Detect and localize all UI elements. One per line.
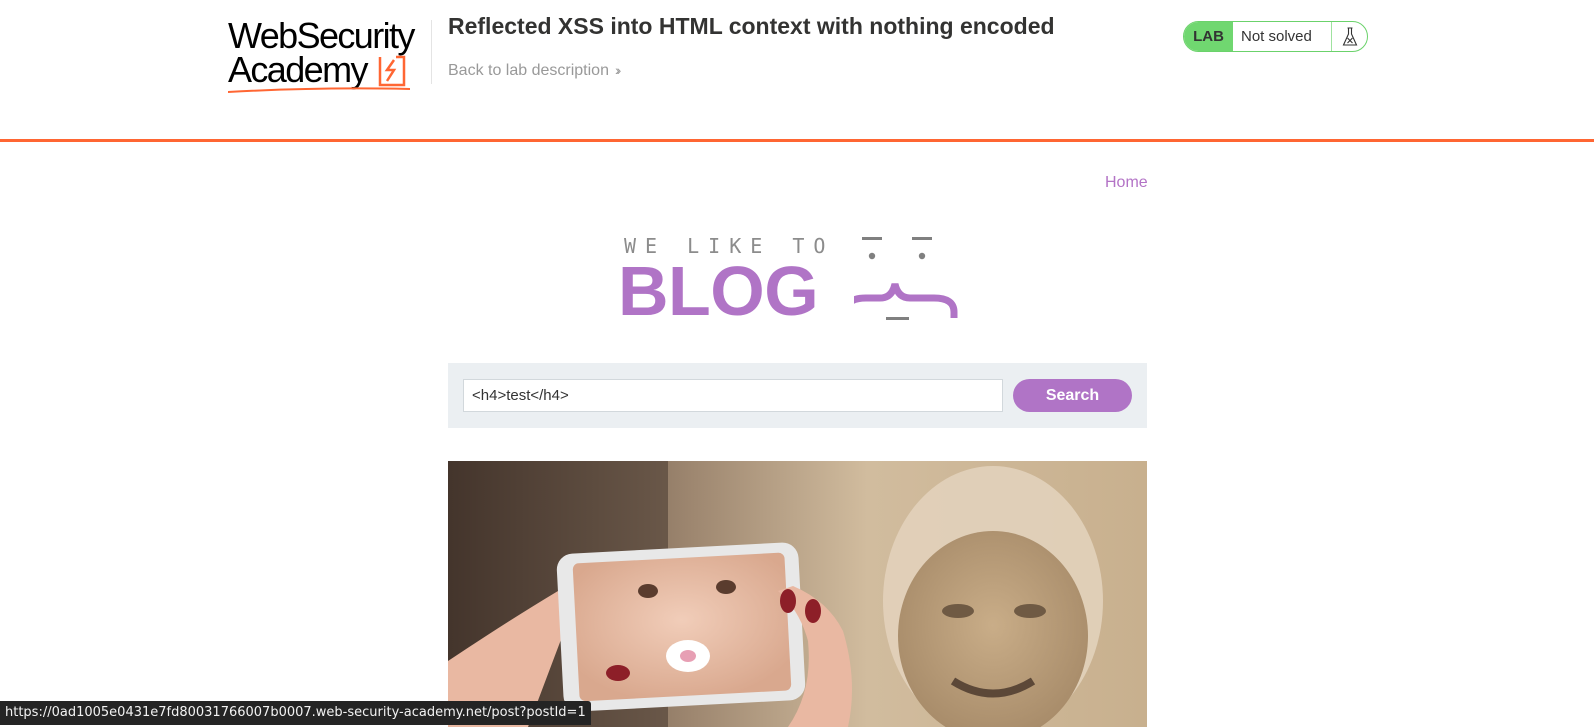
double-chevron-right-icon: ›› — [614, 62, 622, 78]
blog-face-icon — [854, 237, 958, 320]
back-link-label: Back to lab description — [448, 62, 609, 79]
lab-status-widget: LAB Not solved — [1183, 21, 1368, 52]
blog-post-image[interactable] — [448, 461, 1147, 727]
logo-text-line2: Academy — [228, 49, 368, 90]
logo-underline — [228, 87, 410, 93]
browser-status-url: https://0ad1005e0431e7fd80031766007b0007… — [0, 701, 591, 725]
lab-title: Reflected XSS into HTML context with not… — [448, 13, 1055, 39]
search-button[interactable]: Search — [1013, 379, 1132, 412]
post-photo-illustration — [448, 461, 1147, 727]
blog-logo: WE LIKE TO BLOG — [618, 232, 978, 330]
flask-icon — [1332, 22, 1367, 51]
lightning-badge-icon — [378, 55, 406, 87]
lab-badge: LAB — [1184, 22, 1233, 51]
blog-logo-word: BLOG — [618, 252, 819, 330]
back-to-lab-description-link[interactable]: Back to lab description ›› — [448, 62, 622, 80]
lab-status-text: Not solved — [1233, 22, 1332, 51]
nav-home-link[interactable]: Home — [1105, 174, 1148, 192]
academy-header: WebSecurity Academy Reflected XSS into H… — [0, 0, 1594, 142]
header-orange-rule — [0, 139, 1594, 142]
header-divider — [431, 20, 432, 84]
search-panel: Search — [448, 363, 1147, 428]
academy-logo[interactable]: WebSecurity Academy — [228, 18, 424, 93]
search-input[interactable] — [463, 379, 1003, 412]
